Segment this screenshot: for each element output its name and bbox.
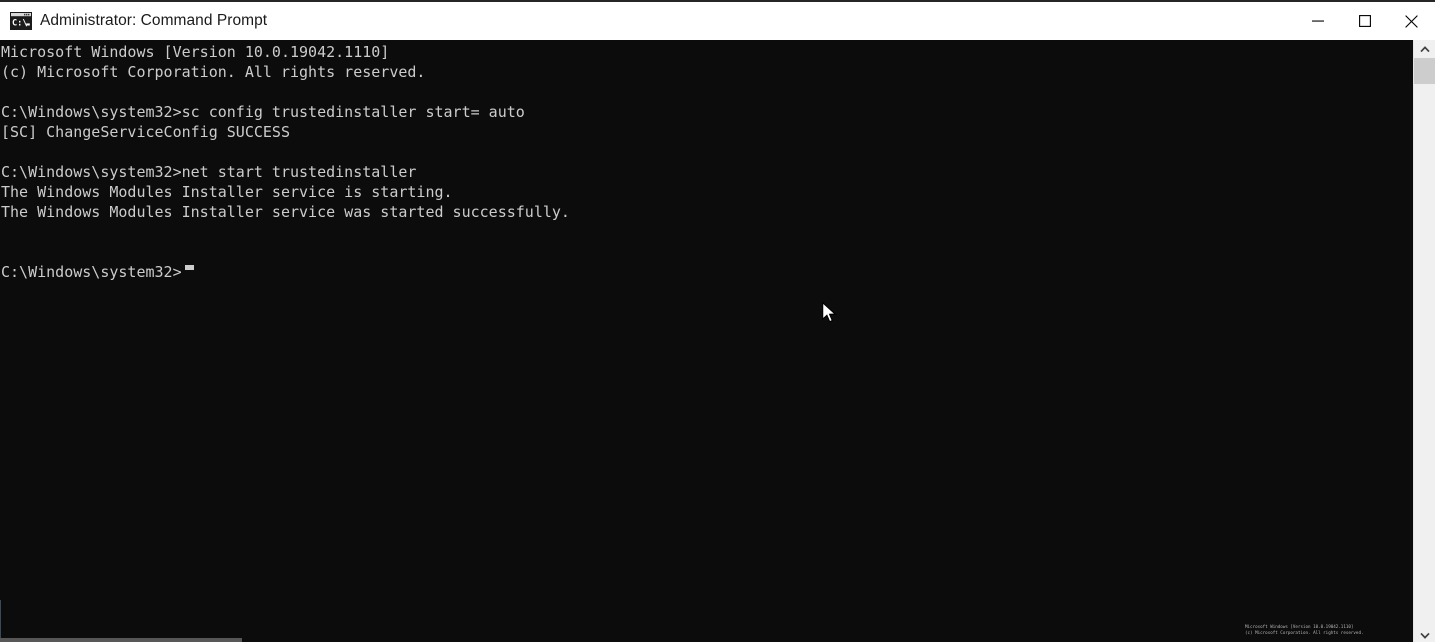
window-titlebar[interactable]: C:\ Administrator: Command Prompt xyxy=(0,2,1435,40)
maximize-icon xyxy=(1358,15,1371,27)
console-cmd-icon: C:\ xyxy=(10,12,32,30)
scrollbar-down-button[interactable] xyxy=(1414,626,1435,642)
titlebar-drag-area[interactable] xyxy=(267,2,1294,40)
horizontal-scrollbar[interactable] xyxy=(0,638,1413,642)
maximize-button[interactable] xyxy=(1341,2,1388,40)
console-cursor xyxy=(185,265,194,270)
mouse-pointer-icon xyxy=(822,301,838,326)
scrollbar-edge-marker xyxy=(0,600,1,638)
svg-text:C:\: C:\ xyxy=(12,19,28,29)
close-button[interactable] xyxy=(1388,2,1435,40)
horizontal-scrollbar-thumb[interactable] xyxy=(0,638,242,642)
console-output-area[interactable]: Microsoft Windows [Version 10.0.19042.11… xyxy=(0,40,1413,642)
console-text: Microsoft Windows [Version 10.0.19042.11… xyxy=(1,43,570,281)
mini-preview-thumbnail: Microsoft Windows [Version 10.0.19042.11… xyxy=(1243,622,1391,642)
close-icon xyxy=(1405,14,1418,28)
chevron-down-icon xyxy=(1419,632,1430,639)
window-title: Administrator: Command Prompt xyxy=(40,12,268,29)
minimize-button[interactable] xyxy=(1294,2,1341,40)
minimize-icon xyxy=(1311,20,1324,22)
scrollbar-up-button[interactable] xyxy=(1414,40,1435,58)
command-prompt-window: C:\ Administrator: Command Prompt Micros… xyxy=(0,0,1435,642)
mini-preview-text: Microsoft Windows [Version 10.0.19042.11… xyxy=(1245,624,1364,635)
chevron-up-icon xyxy=(1419,45,1430,52)
vertical-scrollbar[interactable] xyxy=(1413,40,1435,642)
vertical-scrollbar-thumb[interactable] xyxy=(1414,58,1435,84)
